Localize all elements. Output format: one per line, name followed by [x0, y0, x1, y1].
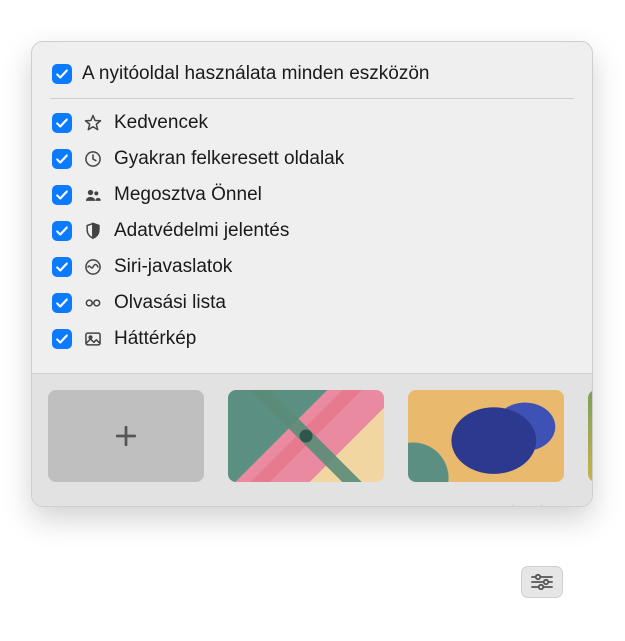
background-thumbnail[interactable]	[588, 390, 592, 482]
option-background-image[interactable]: Háttérkép	[32, 321, 592, 361]
customize-startpage-button[interactable]	[521, 566, 563, 598]
option-label: Gyakran felkeresett oldalak	[114, 147, 572, 171]
shield-icon	[82, 220, 104, 242]
option-label: Adatvédelmi jelentés	[114, 219, 572, 243]
background-thumbnail[interactable]	[228, 390, 384, 482]
option-label: Olvasási lista	[114, 291, 572, 315]
option-shared-with-you[interactable]: Megosztva Önnel	[32, 177, 592, 213]
option-label: Kedvencek	[114, 111, 572, 135]
checkbox-reading-list[interactable]	[52, 293, 72, 313]
add-background-button[interactable]	[48, 390, 204, 482]
sync-across-devices-row[interactable]: A nyitóoldal használata minden eszközön	[32, 56, 592, 98]
checkbox-favorites[interactable]	[52, 113, 72, 133]
divider	[50, 98, 574, 99]
option-privacy-report[interactable]: Adatvédelmi jelentés	[32, 213, 592, 249]
star-icon	[82, 112, 104, 134]
option-label: Háttérkép	[114, 327, 572, 351]
checkbox-background[interactable]	[52, 329, 72, 349]
option-label: Megosztva Önnel	[114, 183, 572, 207]
people-icon	[82, 184, 104, 206]
sync-label: A nyitóoldal használata minden eszközön	[82, 62, 572, 86]
checkbox-privacy[interactable]	[52, 221, 72, 241]
option-label: Siri-javaslatok	[114, 255, 572, 279]
background-thumbnails	[32, 373, 592, 506]
clock-icon	[82, 148, 104, 170]
option-favorites[interactable]: Kedvencek	[32, 105, 592, 141]
background-thumbnail[interactable]	[408, 390, 564, 482]
startpage-customize-popover: A nyitóoldal használata minden eszközön …	[31, 41, 593, 507]
option-frequently-visited[interactable]: Gyakran felkeresett oldalak	[32, 141, 592, 177]
checkbox-sync[interactable]	[52, 64, 72, 84]
checkbox-siri[interactable]	[52, 257, 72, 277]
checkbox-shared[interactable]	[52, 185, 72, 205]
siri-icon	[82, 256, 104, 278]
checkbox-frequently-visited[interactable]	[52, 149, 72, 169]
glasses-icon	[82, 292, 104, 314]
option-siri-suggestions[interactable]: Siri-javaslatok	[32, 249, 592, 285]
image-icon	[82, 328, 104, 350]
option-reading-list[interactable]: Olvasási lista	[32, 285, 592, 321]
